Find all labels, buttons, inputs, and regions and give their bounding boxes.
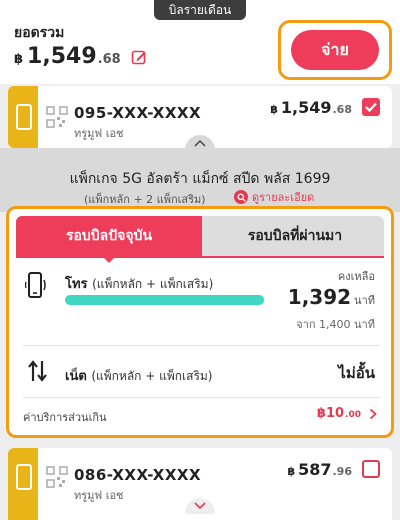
total-amount-decimal: .68 — [97, 52, 121, 67]
chevron-down-icon — [194, 502, 206, 510]
mobile-phone-icon — [25, 272, 46, 298]
line-amount-main: 587 — [298, 460, 332, 479]
billing-cycle-tabs: รอบบิลปัจจุบัน รอบบิลที่ผ่านมา — [16, 216, 384, 263]
voice-label-main: โทร — [65, 277, 88, 292]
currency-symbol: ฿ — [287, 465, 296, 478]
line-card-2[interactable]: 086-XXX-XXXX ทรูมูฟ เอช ฿ 587 .96 — [8, 448, 392, 520]
total-amount: ฿ 1,549 .68 — [14, 44, 147, 69]
line-amount: ฿ 1,549 .68 — [270, 98, 352, 117]
voice-progress-bar — [65, 295, 265, 305]
package-info: แพ็กเกจ 5G อัลตร้า แม็กซ์ สปีด พลัส 1699… — [0, 135, 400, 212]
divider — [23, 397, 381, 398]
edit-icon[interactable] — [131, 49, 147, 65]
chevron-up-icon — [194, 139, 206, 147]
remaining-label: คงเหลือ — [337, 270, 375, 283]
tab-underline — [16, 256, 384, 258]
line-checkbox[interactable] — [362, 98, 380, 116]
overage-amount-decimal: .00 — [345, 410, 361, 420]
phone-number: 086-XXX-XXXX — [74, 466, 202, 484]
voice-label-sub: (แพ็กหลัก + แพ็กเสริม) — [92, 277, 214, 291]
operator-name: ทรูมูฟ เอช — [74, 489, 124, 502]
monthly-bill-tab: บิลรายเดือน — [154, 0, 246, 20]
divider — [23, 345, 381, 346]
remaining-minutes: 1,392 — [287, 285, 352, 309]
line-amount-decimal: .68 — [332, 103, 353, 116]
check-icon — [365, 102, 377, 113]
pay-button[interactable]: จ่าย — [291, 30, 379, 70]
total-label: ยอดรวม — [14, 25, 65, 41]
data-unlimited-value: ไม่อั้น — [338, 364, 375, 382]
data-label-main: เน็ต — [65, 369, 87, 384]
tab-previous-cycle[interactable]: รอบบิลที่ผ่านมา — [206, 216, 384, 256]
usage-panel: รอบบิลปัจจุบัน รอบบิลที่ผ่านมา โทร (แพ็ก… — [6, 206, 394, 438]
total-amount-main: 1,549 — [27, 44, 97, 69]
currency-symbol: ฿ — [270, 103, 278, 116]
phone-number: 095-XXX-XXXX — [74, 104, 202, 122]
remaining-unit: นาที — [354, 294, 375, 307]
overage-amount-main: ฿10 — [316, 406, 345, 421]
magnifier-icon — [234, 190, 248, 204]
view-details-label: ดูรายละเอียด — [252, 191, 315, 204]
overage-amount[interactable]: ฿10 .00 — [317, 406, 361, 421]
operator-name: ทรูมูฟ เอช — [74, 127, 124, 140]
line-checkbox[interactable] — [362, 460, 380, 478]
expand-chevron[interactable] — [185, 498, 215, 514]
line-amount-main: 1,549 — [280, 98, 332, 117]
phone-icon — [16, 464, 32, 490]
currency-symbol: ฿ — [14, 52, 24, 67]
package-name: แพ็กเกจ 5G อัลตร้า แม็กซ์ สปีด พลัส 1699 — [69, 171, 331, 187]
pay-button-highlight: จ่าย — [278, 20, 392, 80]
qr-code-icon — [46, 466, 68, 488]
line-accent — [8, 448, 38, 520]
line-amount: ฿ 587 .96 — [287, 460, 352, 479]
tab-current-cycle[interactable]: รอบบิลปัจจุบัน — [16, 216, 202, 256]
total-minutes: จาก 1,400 นาที — [296, 318, 375, 331]
chevron-right-icon[interactable] — [369, 408, 377, 420]
view-details-link[interactable]: ดูรายละเอียด — [234, 188, 314, 206]
voice-label: โทร (แพ็กหลัก + แพ็กเสริม) — [65, 273, 213, 294]
voice-progress-fill — [65, 295, 264, 305]
line-accent — [8, 86, 38, 148]
line-amount-decimal: .96 — [332, 465, 353, 478]
data-transfer-icon — [28, 360, 47, 382]
remaining-value: 1,392 นาที — [288, 285, 375, 309]
data-label-sub: (แพ็กหลัก + แพ็กเสริม) — [91, 369, 213, 383]
data-label: เน็ต (แพ็กหลัก + แพ็กเสริม) — [65, 365, 213, 386]
qr-code-icon — [46, 106, 68, 128]
overage-label: ค่าบริการส่วนเกิน — [23, 411, 107, 424]
phone-icon — [16, 104, 32, 130]
